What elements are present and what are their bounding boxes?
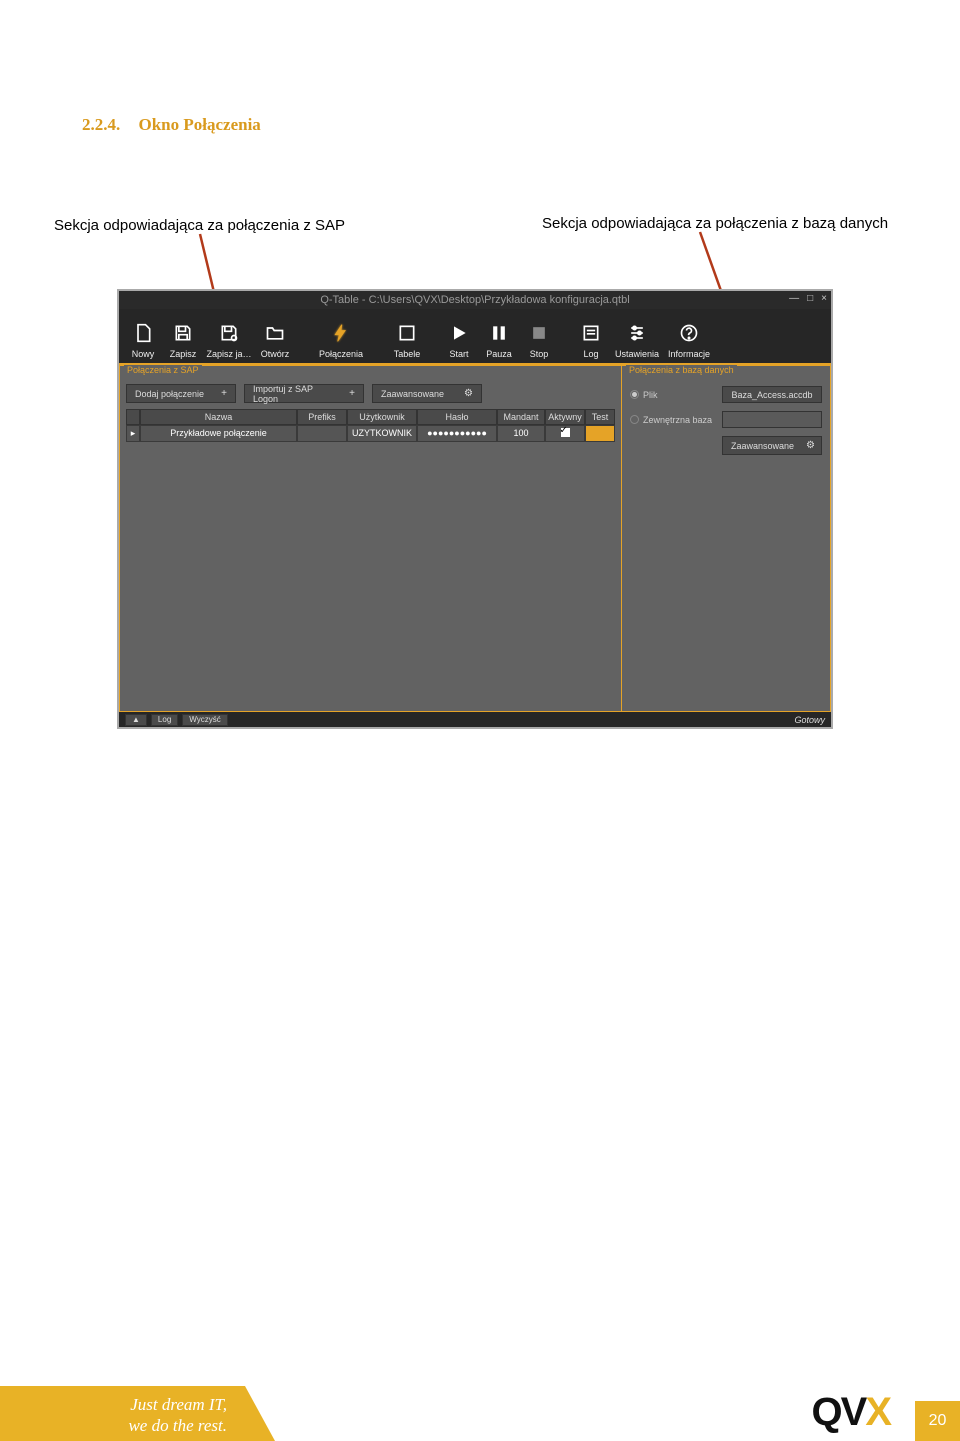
section-number: 2.2.4. xyxy=(82,115,120,134)
status-ready: Gotowy xyxy=(794,715,825,725)
annotation-db: Sekcja odpowiadająca za połączenia z baz… xyxy=(542,215,888,232)
titlebar: Q-Table - C:\Users\QVX\Desktop\Przykłado… xyxy=(119,291,831,309)
sap-grid: Nazwa Prefiks Użytkownik Hasło Mandant A… xyxy=(126,409,615,442)
add-connection-button[interactable]: Dodaj połączenie+ xyxy=(126,384,236,403)
file-field[interactable]: Baza_Access.accdb xyxy=(722,386,822,403)
toolbar: Nowy Zapisz Zapisz ja… Otwórz Połączenia… xyxy=(119,309,831,365)
tool-new[interactable]: Nowy xyxy=(123,323,163,359)
table-icon xyxy=(397,323,417,343)
tool-start[interactable]: Start xyxy=(439,323,479,359)
tool-info[interactable]: Informacje xyxy=(663,323,715,359)
sap-panel: Połączenia z SAP Dodaj połączenie+ Impor… xyxy=(119,365,621,712)
plus-icon: + xyxy=(349,388,355,399)
tool-settings[interactable]: Ustawienia xyxy=(611,323,663,359)
annotation-sap: Sekcja odpowiadająca za połączenia z SAP xyxy=(54,217,345,234)
save-as-icon xyxy=(219,323,239,343)
external-field xyxy=(722,411,822,428)
sap-panel-title: Połączenia z SAP xyxy=(124,365,202,375)
window-title: Q-Table - C:\Users\QVX\Desktop\Przykłado… xyxy=(320,294,629,306)
footer-slogan: Just dream IT, we do the rest. xyxy=(0,1386,275,1441)
file-icon xyxy=(133,323,153,343)
pause-icon xyxy=(489,323,509,343)
gear-icon: ⚙ xyxy=(806,440,815,451)
db-advanced-button[interactable]: Zaawansowane⚙ xyxy=(722,436,822,455)
section-heading: 2.2.4. Okno Połączenia xyxy=(82,115,261,135)
tool-tables[interactable]: Tabele xyxy=(387,323,427,359)
tool-stop[interactable]: Stop xyxy=(519,323,559,359)
sliders-icon xyxy=(627,323,647,343)
close-button[interactable]: × xyxy=(821,293,827,304)
lightning-icon xyxy=(331,323,351,343)
tool-save[interactable]: Zapisz xyxy=(163,323,203,359)
sap-advanced-button[interactable]: Zaawansowane⚙ xyxy=(372,384,482,403)
app-window: Q-Table - C:\Users\QVX\Desktop\Przykłado… xyxy=(117,289,833,729)
statusbar: ▲ Log Wyczyść Gotowy xyxy=(119,712,831,727)
section-title: Okno Połączenia xyxy=(139,115,261,134)
radio-file[interactable]: Plik xyxy=(630,390,658,400)
folder-icon xyxy=(265,323,285,343)
db-panel-title: Połączenia z bazą danych xyxy=(626,365,737,375)
tool-pause[interactable]: Pauza xyxy=(479,323,519,359)
gear-icon: ⚙ xyxy=(464,388,473,399)
page-number: 20 xyxy=(915,1401,960,1441)
import-sap-button[interactable]: Importuj z SAP Logon+ xyxy=(244,384,364,403)
stop-icon xyxy=(529,323,549,343)
qvx-logo: QVX xyxy=(812,1390,891,1435)
tool-log[interactable]: Log xyxy=(571,323,611,359)
radio-external[interactable]: Zewnętrzna baza xyxy=(630,415,712,425)
log-icon xyxy=(581,323,601,343)
play-icon xyxy=(449,323,469,343)
status-clear-button[interactable]: Wyczyść xyxy=(182,714,227,726)
tool-connections[interactable]: Połączenia xyxy=(315,323,367,359)
content-area: Połączenia z SAP Dodaj połączenie+ Impor… xyxy=(119,365,831,712)
help-icon xyxy=(679,323,699,343)
db-panel: Połączenia z bazą danych Plik Baza_Acces… xyxy=(621,365,831,712)
tool-open[interactable]: Otwórz xyxy=(255,323,295,359)
tool-save-as[interactable]: Zapisz ja… xyxy=(203,323,255,359)
radio-icon xyxy=(630,390,639,399)
radio-icon xyxy=(630,415,639,424)
save-icon xyxy=(173,323,193,343)
active-checkbox[interactable] xyxy=(545,425,585,442)
grid-header: Nazwa Prefiks Użytkownik Hasło Mandant A… xyxy=(126,409,615,425)
status-expand-button[interactable]: ▲ xyxy=(125,714,147,726)
window-controls: — □ × xyxy=(789,293,827,304)
minimize-button[interactable]: — xyxy=(789,293,799,304)
table-row[interactable]: ▸ Przykładowe połączenie UZYTKOWNIK ●●●●… xyxy=(126,425,615,442)
plus-icon: + xyxy=(221,388,227,399)
status-log-button[interactable]: Log xyxy=(151,714,178,726)
maximize-button[interactable]: □ xyxy=(807,293,813,304)
